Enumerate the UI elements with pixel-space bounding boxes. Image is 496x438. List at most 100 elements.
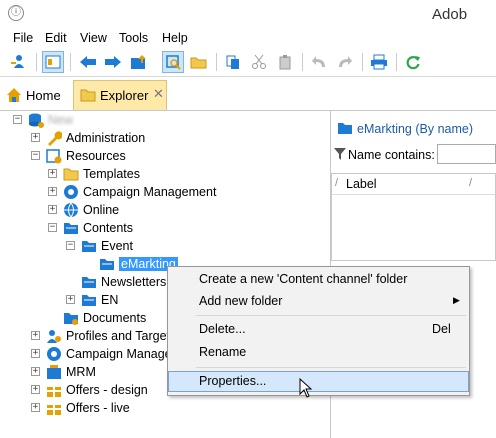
menu-item-label: Rename	[199, 345, 247, 359]
collapse-icon[interactable]: −	[31, 151, 40, 160]
toolbar-separator	[36, 53, 37, 71]
search-icon[interactable]	[162, 51, 184, 73]
filter-label: Name contains:	[348, 148, 435, 162]
tree-node-label: Offers - live	[66, 401, 130, 415]
back-arrow-icon[interactable]	[77, 51, 99, 73]
tree-node-label: Campaign Manage	[66, 347, 172, 361]
wrench-icon	[48, 131, 62, 146]
list-table: / Label /	[331, 173, 496, 261]
column-resize-handle[interactable]: /	[335, 177, 338, 189]
expand-icon[interactable]: +	[31, 385, 40, 394]
forward-arrow-icon[interactable]	[102, 51, 124, 73]
tab-explorer[interactable]: Explorer ✕	[73, 80, 167, 110]
close-icon[interactable]: ✕	[153, 86, 164, 102]
content-folder-icon	[82, 241, 96, 252]
refresh-icon[interactable]	[402, 51, 424, 73]
menu-item-label: Create a new 'Content channel' folder	[199, 272, 408, 286]
resources-icon	[46, 149, 62, 164]
tree-node-profiles[interactable]: Profiles and Target	[46, 327, 170, 345]
collapse-icon[interactable]: −	[13, 115, 22, 124]
tree-node-resources[interactable]: Resources	[46, 147, 126, 165]
menu-item-create-content-channel-folder[interactable]: Create a new 'Content channel' folder	[168, 269, 469, 290]
print-icon[interactable]	[368, 51, 390, 73]
mrm-icon	[47, 365, 61, 379]
cut-icon[interactable]	[248, 51, 270, 73]
expand-icon[interactable]: +	[31, 133, 40, 142]
tree-node-label: Profiles and Target	[66, 329, 170, 343]
tree-node-mrm[interactable]: MRM	[46, 363, 96, 381]
paste-icon[interactable]	[274, 51, 296, 73]
tree-node-label: Event	[101, 239, 133, 253]
context-menu: Create a new 'Content channel' folder Ad…	[167, 266, 470, 396]
folder-icon	[80, 89, 96, 102]
toolbar	[0, 48, 496, 77]
content-folder-icon	[82, 277, 96, 288]
tree-node-administration[interactable]: Administration	[46, 129, 145, 147]
menu-item-label: Delete...	[199, 322, 246, 336]
campaign-icon	[47, 347, 61, 361]
column-resize-handle[interactable]: /	[469, 177, 472, 189]
tree-node-templates[interactable]: Templates	[63, 165, 140, 183]
menu-item-label: Properties...	[199, 374, 267, 388]
tree-node-event[interactable]: Event	[81, 237, 133, 255]
menu-edit[interactable]: Edit	[45, 31, 67, 45]
connection-icon[interactable]	[8, 51, 30, 73]
expand-icon[interactable]: +	[48, 169, 57, 178]
toolbar-separator	[70, 53, 71, 71]
tree-node-campaign-management[interactable]: Campaign Management	[63, 183, 216, 201]
menu-bar: File Edit View Tools Help	[0, 28, 496, 48]
database-icon	[29, 113, 44, 128]
column-header-label[interactable]: Label	[346, 177, 377, 191]
expand-icon[interactable]: +	[31, 349, 40, 358]
table-header: / Label /	[332, 174, 495, 195]
tree-node-contents[interactable]: Contents	[63, 219, 133, 237]
menu-item-add-new-folder[interactable]: Add new folder ▶	[168, 291, 469, 312]
menu-file[interactable]: File	[13, 31, 33, 45]
expand-icon[interactable]: +	[48, 187, 57, 196]
redo-icon[interactable]	[334, 51, 356, 73]
campaign-icon	[64, 185, 78, 199]
app-logo-icon: ⓘ	[8, 5, 24, 21]
filter-icon	[334, 148, 346, 160]
name-filter-input[interactable]	[437, 144, 496, 164]
menu-tools[interactable]: Tools	[119, 31, 148, 45]
undo-icon[interactable]	[308, 51, 330, 73]
menu-separator	[196, 315, 466, 316]
tree-node-en[interactable]: EN	[81, 291, 118, 309]
content-folder-icon	[82, 295, 96, 306]
collapse-icon[interactable]: −	[48, 223, 57, 232]
menu-view[interactable]: View	[80, 31, 107, 45]
tree-node-offers-live[interactable]: Offers - live	[46, 399, 130, 417]
tree-node-label: MRM	[66, 365, 96, 379]
tree-node-online[interactable]: Online	[63, 201, 119, 219]
tree-node-offers-design[interactable]: Offers - design	[46, 381, 148, 399]
tree-node-label: Resources	[66, 149, 126, 163]
documents-icon	[64, 313, 78, 325]
explorer-view-icon[interactable]	[42, 51, 64, 73]
menu-item-delete[interactable]: Delete... Del	[168, 319, 469, 340]
menu-item-properties[interactable]: Properties...	[168, 371, 469, 392]
tree-node-label: Offers - design	[66, 383, 148, 397]
expand-icon[interactable]: +	[31, 403, 40, 412]
expand-icon[interactable]: +	[31, 331, 40, 340]
tree-node-campaign-manage[interactable]: Campaign Manage	[46, 345, 172, 363]
menu-item-rename[interactable]: Rename	[168, 342, 469, 363]
home-icon	[7, 88, 21, 102]
expand-icon[interactable]: +	[31, 367, 40, 376]
menu-item-label: Add new folder	[199, 294, 283, 308]
title-bar: ⓘ Adob	[0, 0, 496, 29]
collapse-icon[interactable]: −	[66, 241, 75, 250]
copy-icon[interactable]	[222, 51, 244, 73]
tree-node-documents[interactable]: Documents	[63, 309, 146, 327]
open-folder-icon[interactable]	[188, 51, 210, 73]
expand-icon[interactable]: +	[48, 205, 57, 214]
menu-help[interactable]: Help	[162, 31, 188, 45]
tree-node-label: EN	[101, 293, 119, 307]
expand-icon[interactable]: +	[66, 295, 75, 304]
folder-up-icon[interactable]	[128, 51, 150, 73]
submenu-arrow-icon: ▶	[453, 295, 460, 305]
tree-node-label: Administration	[66, 131, 146, 145]
tree-node-root[interactable]: New	[28, 111, 73, 129]
tree-node-newsletters[interactable]: Newsletters	[81, 273, 166, 291]
tab-home[interactable]: Home	[6, 84, 61, 106]
